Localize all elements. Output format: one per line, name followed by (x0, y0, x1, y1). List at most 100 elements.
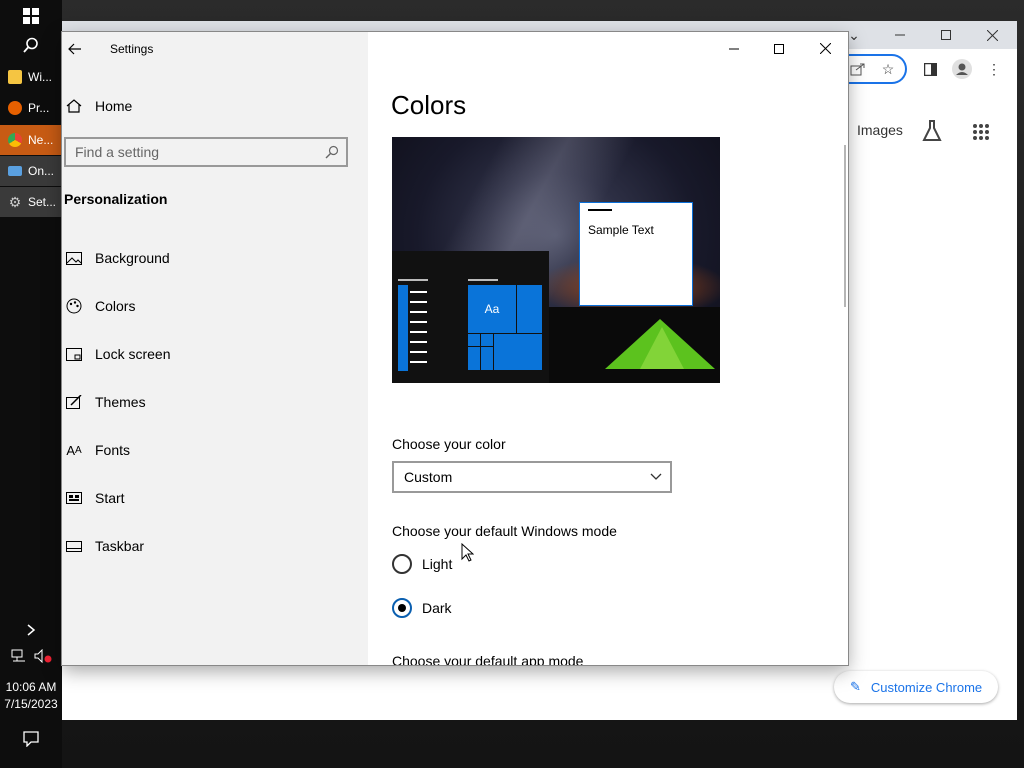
font-icon: AA (66, 442, 82, 458)
taskbar-item-onscreen-keyboard[interactable]: On... (0, 156, 62, 186)
sidebar-item-start[interactable]: Start (62, 478, 368, 518)
taskbar-item-firefox[interactable]: Pr... (0, 93, 62, 123)
chevron-right-icon (27, 624, 36, 636)
sidebar-item-themes[interactable]: Themes (62, 382, 368, 422)
preview-tent-light (640, 327, 684, 369)
preview-list-line (410, 341, 427, 343)
sidebar-item-label: Fonts (95, 442, 131, 458)
volume-muted-icon (34, 649, 52, 663)
content-scrollbar[interactable] (844, 145, 846, 307)
taskbar-item-label: Set... (28, 195, 57, 209)
maximize-button[interactable] (756, 32, 802, 65)
sidebar-item-label: Themes (95, 394, 146, 410)
find-setting-search[interactable] (64, 137, 348, 167)
preview-list-line (410, 321, 427, 323)
taskbar: Wi... Pr... Ne... On... ⚙ Set... 10:06 A… (0, 0, 62, 768)
preview-tile-header (468, 279, 498, 281)
sidebar-item-taskbar[interactable]: Taskbar (62, 526, 368, 566)
radio-light-circle[interactable] (392, 554, 412, 574)
radio-light[interactable]: Light (392, 552, 452, 576)
taskbar-item-chrome[interactable]: Ne... (0, 125, 62, 155)
back-button[interactable] (62, 32, 82, 66)
customize-chrome-button[interactable]: ✎ Customize Chrome (834, 671, 998, 703)
picture-icon (64, 250, 84, 266)
app-mode-label: Choose your default app mode (392, 653, 584, 665)
clock-time: 10:06 AM (5, 680, 57, 694)
sidebar-item-colors[interactable]: Colors (62, 286, 368, 326)
labs-flask-icon (922, 120, 942, 141)
window-title: Settings (110, 42, 154, 56)
preview-tile (481, 347, 493, 370)
profile-avatar-icon (952, 59, 972, 79)
choose-color-dropdown[interactable]: Custom (392, 461, 672, 493)
chrome-icon (8, 133, 22, 147)
preview-sample-window: Sample Text (579, 202, 693, 306)
gear-icon: ⚙ (8, 194, 22, 210)
theme-preview: Aa Sample Text (392, 137, 720, 383)
minimize-button[interactable] (711, 32, 757, 65)
bookmark-star-icon[interactable]: ☆ (868, 55, 908, 83)
firefox-icon (8, 101, 22, 115)
settings-content-pane: Colors Aa Sample Text Choose your color … (368, 32, 848, 665)
action-center-button[interactable] (0, 724, 62, 754)
preview-list-line (410, 361, 427, 363)
side-panel-icon (923, 62, 937, 76)
sidebar-item-label: Lock screen (95, 346, 171, 362)
preview-list-line (410, 311, 427, 313)
radio-dark[interactable]: Dark (392, 596, 452, 620)
start-button[interactable] (0, 1, 62, 31)
preview-list-line (410, 331, 427, 333)
folder-icon (8, 70, 22, 84)
taskbar-item-label: Wi... (28, 70, 52, 84)
taskbar-item-label: Ne... (28, 133, 54, 147)
taskbar-clock[interactable]: 10:06 AM 7/15/2023 (0, 679, 62, 713)
preview-start-rail (398, 285, 408, 371)
minimize-icon (895, 34, 905, 36)
sidebar-item-lock-screen[interactable]: Lock screen (62, 334, 368, 374)
minimize-icon (729, 48, 739, 49)
radio-light-label: Light (422, 556, 453, 572)
radio-dark-circle[interactable] (392, 598, 412, 618)
preview-list-line (410, 291, 427, 293)
close-icon[interactable] (972, 21, 1012, 49)
close-icon (986, 29, 998, 41)
sidebar-item-label: Colors (95, 298, 136, 314)
sidebar-item-background[interactable]: Background (62, 238, 368, 278)
minimize-icon[interactable] (880, 21, 920, 49)
start-tiles-icon (64, 490, 84, 506)
lock-screen-icon (64, 346, 84, 362)
labs-flask-icon[interactable] (922, 120, 942, 147)
nav-home[interactable]: Home (62, 86, 368, 126)
search-icon (23, 37, 38, 53)
pencil-icon: ✎ (850, 679, 861, 694)
preview-tile-aa: Aa (468, 285, 516, 333)
taskbar-item-settings[interactable]: ⚙ Set... (0, 187, 62, 217)
taskbar-item-explorer[interactable]: Wi... (0, 62, 62, 92)
settings-window: Settings Home Personalization Background… (62, 32, 848, 665)
palette-icon (64, 298, 84, 314)
preview-tile (517, 285, 542, 333)
maximize-icon (941, 30, 951, 40)
sidebar-item-label: Background (95, 250, 170, 266)
taskbar-icon (64, 538, 84, 554)
maximize-icon[interactable] (926, 21, 966, 49)
search-input[interactable] (66, 143, 317, 161)
mouse-cursor-icon (461, 542, 475, 567)
search-button[interactable] (0, 30, 62, 60)
close-button[interactable] (802, 32, 848, 65)
choose-color-label: Choose your color (392, 436, 506, 452)
preview-list-line (410, 351, 427, 353)
windows-mode-label: Choose your default Windows mode (392, 523, 617, 539)
apps-grid-icon[interactable] (972, 123, 990, 146)
images-link[interactable]: Images (857, 122, 903, 138)
sidebar-item-fonts[interactable]: AA Fonts (62, 430, 368, 470)
chevron-down-icon (650, 473, 662, 480)
keyboard-icon (8, 166, 22, 176)
chrome-menu-icon[interactable]: ⋮ (974, 55, 1014, 83)
preview-tile (481, 334, 493, 346)
section-heading: Personalization (64, 191, 168, 207)
brush-icon (64, 394, 84, 410)
clock-date: 7/15/2023 (4, 697, 58, 711)
preview-sample-titlebar (588, 209, 612, 211)
preview-tile (494, 334, 542, 370)
